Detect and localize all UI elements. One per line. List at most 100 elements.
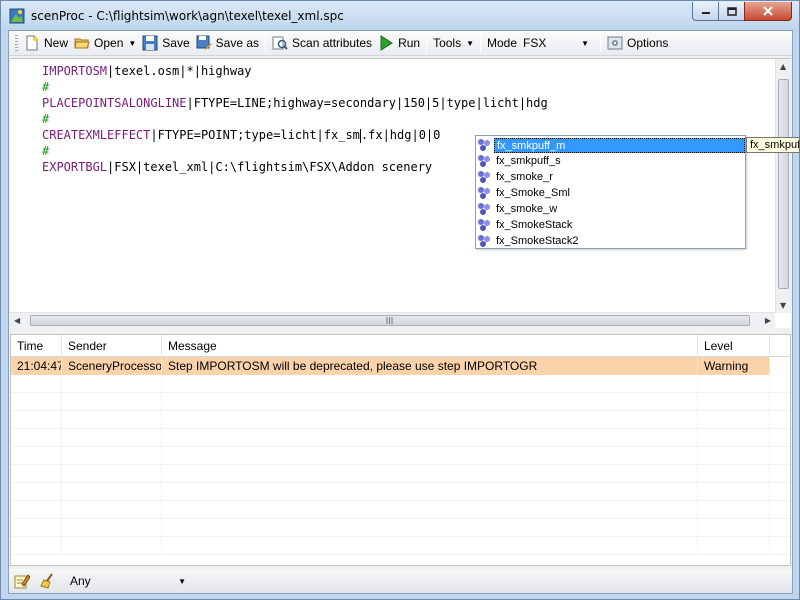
client-area: New Open ▼ Save Save as Scan attributes [8, 30, 793, 594]
autocomplete-item-label: fx_SmokeStack [496, 218, 573, 231]
autocomplete-item[interactable]: fx_smkpuff_m [476, 137, 745, 153]
log-list[interactable]: Time Sender Message Level 21:04:47 Scene… [10, 334, 791, 566]
scan-attributes-label: Scan attributes [292, 36, 373, 50]
effect-icon [478, 219, 490, 231]
scroll-up-icon[interactable]: ▲ [780, 62, 786, 71]
comment-line: # [42, 112, 50, 126]
effect-icon [478, 187, 490, 199]
save-as-icon [196, 35, 212, 50]
scan-attributes-button[interactable]: Scan attributes [269, 32, 375, 54]
empty-row [11, 483, 790, 501]
save-disk-icon [142, 35, 158, 51]
log-message: Step IMPORTOSM will be deprecated, pleas… [162, 357, 698, 375]
tools-dropdown-arrow-icon: ▼ [466, 38, 475, 48]
mode-label: Mode [487, 36, 518, 50]
toolbar-separator [265, 34, 267, 52]
autocomplete-item[interactable]: fx_Smoke_Sml [476, 185, 745, 201]
effect-icon [478, 235, 490, 247]
open-folder-icon [74, 38, 90, 49]
mode-select[interactable]: FSX ▼ [520, 33, 592, 53]
filter-chevron-down-icon: ▼ [178, 576, 186, 586]
editor-vertical-scrollbar[interactable]: ▲ ▼ [775, 59, 791, 313]
horizontal-scroll-thumb[interactable] [30, 315, 750, 326]
log-row[interactable]: 21:04:47 SceneryProcessor Step IMPORTOSM… [11, 357, 770, 375]
column-header-time[interactable]: Time [11, 335, 62, 356]
new-label: New [44, 36, 69, 50]
minimize-icon [701, 12, 710, 14]
effect-icon [478, 139, 490, 151]
autocomplete-item[interactable]: fx_smoke_r [476, 169, 745, 185]
autocomplete-item-label: fx_SmokeStack2 [496, 234, 579, 247]
open-button[interactable]: Open ▼ [71, 32, 139, 54]
code-line: PLACEPOINTSALONGLINE|FTYPE=LINE;highway=… [42, 95, 548, 111]
save-as-button[interactable]: Save as [193, 32, 262, 54]
autocomplete-item[interactable]: fx_SmokeStack [476, 217, 745, 233]
empty-row [11, 501, 790, 519]
autocomplete-item[interactable]: fx_SmokeStack2 [476, 233, 745, 249]
step-keyword: CREATEXMLEFFECT [42, 128, 151, 142]
log-level: Warning [698, 357, 770, 375]
scan-attributes-icon [272, 36, 288, 50]
log-time: 21:04:47 [11, 357, 62, 375]
column-header-level[interactable]: Level [698, 335, 770, 356]
toolbar-grip[interactable] [15, 35, 18, 51]
save-as-label: Save as [215, 36, 260, 50]
empty-row [11, 465, 790, 483]
empty-row [11, 393, 790, 411]
tools-label: Tools [433, 36, 462, 50]
run-button[interactable]: Run [375, 32, 423, 54]
step-keyword: PLACEPOINTSALONGLINE [42, 96, 187, 110]
app-icon [9, 8, 25, 24]
toolbar-separator [426, 34, 428, 52]
title-bar[interactable]: scenProc - C:\flightsim\work\agn\texel\t… [1, 1, 799, 30]
new-button[interactable]: New [21, 32, 71, 54]
step-arguments: |FTYPE=LINE;highway=secondary|150|5|type… [186, 96, 548, 110]
autocomplete-item-label: fx_Smoke_Sml [496, 186, 570, 199]
code-area[interactable]: IMPORTOSM|texel.osm|*|highway # PLACEPOI… [42, 63, 548, 175]
empty-row [11, 519, 790, 537]
step-arguments: |texel.osm|*|highway [107, 64, 252, 78]
scroll-right-icon[interactable]: ▶ [765, 316, 771, 325]
open-dropdown-arrow-icon[interactable]: ▼ [128, 39, 136, 48]
autocomplete-item-label: fx_smkpuff_m [494, 137, 745, 153]
clear-log-button[interactable] [37, 570, 63, 592]
step-arguments: |FTYPE=POINT;type=licht|fx_sm [150, 128, 360, 142]
maximize-icon [726, 6, 737, 16]
minimize-button[interactable] [692, 2, 719, 21]
maximize-button[interactable] [718, 2, 745, 21]
log-filter-value: Any [70, 574, 91, 588]
step-keyword: EXPORTBGL [42, 160, 108, 174]
empty-row [11, 447, 790, 465]
tools-menu-button[interactable]: Tools ▼ [430, 32, 477, 54]
options-label: Options [627, 36, 669, 50]
mode-value: FSX [523, 36, 547, 50]
column-header-message[interactable]: Message [162, 335, 698, 356]
scroll-down-icon[interactable]: ▼ [780, 301, 786, 310]
run-label: Run [398, 36, 421, 50]
comment-line: # [42, 80, 50, 94]
vertical-scroll-thumb[interactable] [778, 79, 789, 289]
close-button[interactable] [744, 2, 792, 21]
autocomplete-item-label: fx_smoke_w [496, 202, 558, 215]
editor-horizontal-scrollbar[interactable]: ◀ ▶ [10, 312, 775, 328]
close-icon [763, 6, 773, 16]
scroll-left-icon[interactable]: ◀ [14, 316, 20, 325]
empty-row [11, 429, 790, 447]
code-line: CREATEXMLEFFECT|FTYPE=POINT;type=licht|f… [42, 127, 548, 143]
edit-log-button[interactable] [11, 570, 37, 592]
save-label: Save [162, 36, 190, 50]
log-filter-select[interactable]: Any ▼ [67, 571, 189, 591]
scroll-grip-icon [386, 317, 393, 324]
code-line: IMPORTOSM|texel.osm|*|highway [42, 63, 548, 79]
toolbar-separator [600, 34, 602, 52]
save-button[interactable]: Save [139, 32, 192, 54]
autocomplete-item[interactable]: fx_smoke_w [476, 201, 745, 217]
autocomplete-popup[interactable]: fx_smkpuff_m fx_smkpuff_s fx_smoke_r fx_… [475, 135, 746, 249]
autocomplete-item[interactable]: fx_smkpuff_s [476, 153, 745, 169]
empty-row [11, 375, 790, 393]
column-header-sender[interactable]: Sender [62, 335, 162, 356]
open-label: Open [94, 36, 124, 50]
play-icon [380, 35, 393, 51]
empty-row [11, 537, 790, 555]
options-button[interactable]: Options [604, 32, 671, 54]
